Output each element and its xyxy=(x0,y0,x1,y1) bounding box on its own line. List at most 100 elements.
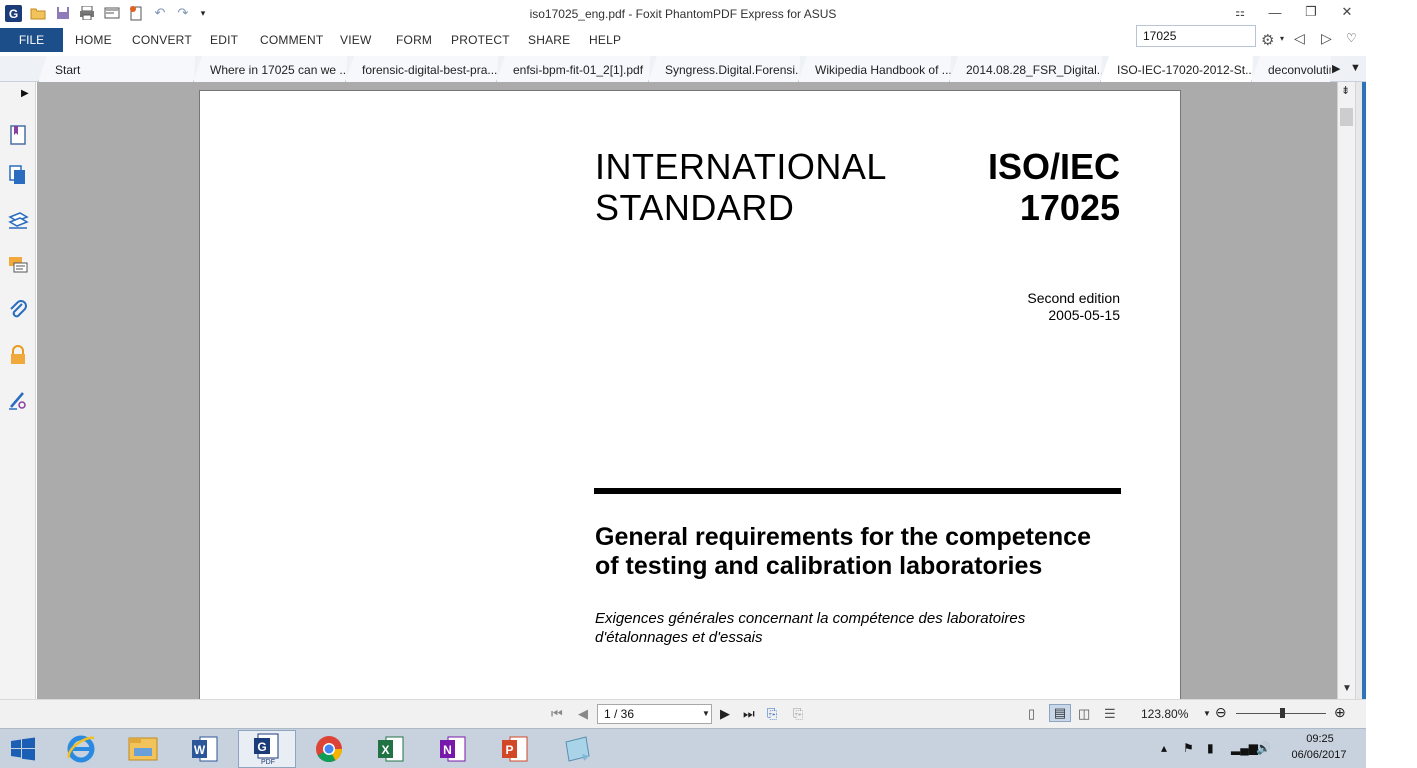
facing-pages-icon[interactable]: ◫ xyxy=(1078,706,1090,722)
tab-document[interactable]: forensic-digital-best-pra... xyxy=(345,56,498,82)
single-page-icon[interactable]: ▯ xyxy=(1028,706,1035,722)
tab-view[interactable]: VIEW xyxy=(340,33,371,47)
scrollbar-thumb[interactable] xyxy=(1340,108,1353,126)
tab-document[interactable]: deconvolutin xyxy=(1251,56,1331,82)
pdf-page: INTERNATIONAL STANDARD ISO/IEC 17025 Sec… xyxy=(199,90,1181,699)
tab-home[interactable]: HOME xyxy=(75,33,112,47)
continuous-facing-icon[interactable]: ☰ xyxy=(1104,706,1116,722)
network-signal-icon[interactable]: ▂▄▆ xyxy=(1231,741,1258,755)
clock-time[interactable]: 09:25 xyxy=(1300,733,1340,745)
scroll-down-icon[interactable]: ▼ xyxy=(1342,683,1352,694)
document-type-heading: INTERNATIONAL STANDARD xyxy=(595,146,887,228)
tab-convert[interactable]: CONVERT xyxy=(132,33,192,47)
svg-text:P: P xyxy=(505,743,513,757)
edition-date: 2005-05-15 xyxy=(1048,307,1120,323)
standard-number-heading: ISO/IEC 17025 xyxy=(920,146,1120,228)
pages-thumbnails-icon[interactable] xyxy=(7,164,29,186)
file-explorer-icon[interactable] xyxy=(114,730,172,768)
action-center-flag-icon[interactable]: ⚑ xyxy=(1183,741,1194,755)
tab-document[interactable]: enfsi-bpm-fit-01_2[1].pdf xyxy=(496,56,650,82)
collapse-ribbon-icon[interactable]: ♡ xyxy=(1346,31,1357,45)
document-subtitle: Exigences générales concernant la compét… xyxy=(595,609,1125,647)
zoom-slider-thumb[interactable] xyxy=(1280,708,1285,718)
tab-comment[interactable]: COMMENT xyxy=(260,33,323,47)
window-title: iso17025_eng.pdf - Foxit PhantomPDF Expr… xyxy=(529,7,837,21)
bookmarks-icon[interactable] xyxy=(7,124,29,146)
ribbon-options-icon[interactable]: ⚏ xyxy=(1225,2,1255,22)
battery-icon[interactable]: ▮ xyxy=(1207,741,1214,755)
volume-icon[interactable]: 🔊 xyxy=(1256,741,1271,755)
maximize-button[interactable]: ❐ xyxy=(1296,2,1326,22)
heading-line: 17025 xyxy=(1019,187,1120,228)
tab-form[interactable]: FORM xyxy=(396,33,432,47)
title-line: of testing and calibration laboratories xyxy=(595,552,1043,580)
first-page-icon[interactable]: ⏮ xyxy=(551,706,563,722)
next-view-icon[interactable]: ⎘ xyxy=(793,706,803,722)
show-hidden-icons-icon[interactable]: ▴ xyxy=(1161,741,1167,755)
desktop-margin xyxy=(1366,0,1417,768)
layers-icon[interactable] xyxy=(7,209,29,231)
zoom-out-icon[interactable]: ⊖ xyxy=(1215,704,1227,721)
document-title: General requirements for the competence … xyxy=(595,523,1135,581)
subtitle-line: Exigences générales concernant la compét… xyxy=(595,610,1026,627)
page-number-field[interactable]: 1 / 36 xyxy=(597,704,712,724)
document-viewport[interactable]: INTERNATIONAL STANDARD ISO/IEC 17025 Sec… xyxy=(37,82,1337,699)
sticky-notes-icon[interactable] xyxy=(548,730,606,768)
heading-line: INTERNATIONAL xyxy=(595,146,887,187)
minimize-button[interactable]: — xyxy=(1260,2,1290,22)
attachments-icon[interactable] xyxy=(7,299,29,321)
foxit-window: G ↶ ↷ ▾ iso17025_eng.pdf - Foxit Phantom… xyxy=(0,0,1417,768)
expand-panel-icon[interactable]: ▶ xyxy=(21,88,29,99)
tab-document-active[interactable]: ISO-IEC-17020-2012-St... xyxy=(1100,56,1253,82)
heading-line: ISO/IEC xyxy=(987,146,1120,187)
search-input[interactable] xyxy=(1136,25,1256,47)
signature-icon[interactable] xyxy=(7,389,29,411)
settings-dropdown-icon[interactable]: ▾ xyxy=(1280,34,1284,43)
continuous-page-icon[interactable]: ▤ xyxy=(1049,704,1071,722)
previous-view-icon[interactable]: ⎘ xyxy=(767,706,777,722)
zoom-in-icon[interactable]: ⊕ xyxy=(1334,704,1346,721)
internet-explorer-icon[interactable] xyxy=(52,730,110,768)
comments-icon[interactable] xyxy=(7,254,29,276)
foxit-pdf-icon[interactable]: G PDF xyxy=(238,730,296,768)
word-icon[interactable]: W xyxy=(176,730,234,768)
close-button[interactable]: ✕ xyxy=(1332,2,1362,22)
settings-gear-icon[interactable]: ⚙ xyxy=(1261,31,1275,49)
tab-document[interactable]: Where in 17025 can we ... xyxy=(193,56,347,82)
tab-protect[interactable]: PROTECT xyxy=(451,33,510,47)
security-lock-icon[interactable] xyxy=(7,344,29,366)
excel-icon[interactable]: X xyxy=(362,730,420,768)
previous-result-icon[interactable]: ◁ xyxy=(1294,30,1305,47)
page-dropdown-icon[interactable]: ▼ xyxy=(702,709,710,718)
previous-page-icon[interactable]: ◀ xyxy=(578,706,588,722)
onenote-icon[interactable]: N xyxy=(424,730,482,768)
zoom-dropdown-icon[interactable]: ▼ xyxy=(1203,709,1211,718)
clock-date[interactable]: 06/06/2017 xyxy=(1284,749,1354,761)
vertical-scrollbar[interactable]: ⇟ ▼ xyxy=(1337,82,1355,699)
tab-scroll-right-icon[interactable]: ▶ xyxy=(1332,62,1340,75)
svg-text:N: N xyxy=(443,743,452,757)
powerpoint-icon[interactable]: P xyxy=(486,730,544,768)
tab-edit[interactable]: EDIT xyxy=(210,33,238,47)
windows-start-icon[interactable] xyxy=(8,737,38,761)
next-page-icon[interactable]: ▶ xyxy=(720,706,730,722)
next-result-icon[interactable]: ▷ xyxy=(1321,30,1332,47)
tab-start[interactable]: Start xyxy=(38,56,195,82)
title-line: General requirements for the competence xyxy=(595,523,1091,551)
last-page-icon[interactable]: ⏭ xyxy=(743,706,755,722)
tab-document[interactable]: 2014.08.28_FSR_Digital... xyxy=(949,56,1102,82)
tab-list-dropdown-icon[interactable]: ▼ xyxy=(1350,62,1361,74)
tab-document[interactable]: Wikipedia Handbook of ... xyxy=(798,56,951,82)
split-view-icon[interactable]: ⇟ xyxy=(1341,84,1350,97)
heading-line: STANDARD xyxy=(595,187,795,228)
tab-document[interactable]: Syngress.Digital.Forensi... xyxy=(648,56,800,82)
chrome-icon[interactable] xyxy=(300,730,358,768)
status-bar: ⏮ ◀ 1 / 36 ▼ ▶ ⏭ ⎘ ⎘ ▯ ▤ ◫ ☰ 123.80% ▼ ⊖… xyxy=(0,699,1366,728)
title-bar: G ↶ ↷ ▾ iso17025_eng.pdf - Foxit Phantom… xyxy=(0,0,1366,28)
file-tab[interactable]: FILE xyxy=(0,28,63,52)
tab-help[interactable]: HELP xyxy=(589,33,621,47)
svg-text:W: W xyxy=(194,743,206,757)
tab-share[interactable]: SHARE xyxy=(528,33,570,47)
zoom-level[interactable]: 123.80% xyxy=(1141,707,1188,721)
edition-label: Second edition xyxy=(1027,290,1120,306)
